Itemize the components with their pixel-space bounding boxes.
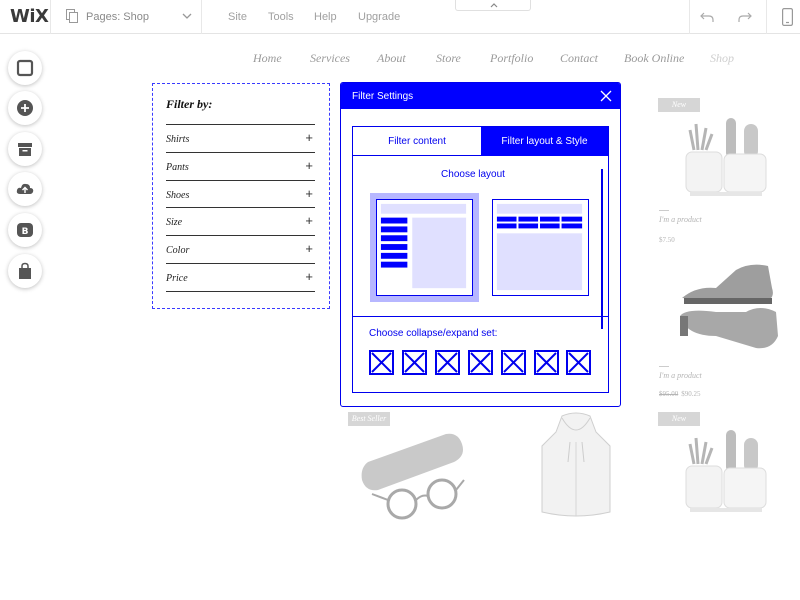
nav-portfolio[interactable]: Portfolio bbox=[490, 51, 533, 66]
pages-panel-button[interactable] bbox=[8, 51, 42, 85]
editor-top-bar: WiX Pages: Shop Site Tools Help Upgrade bbox=[0, 0, 800, 34]
collapse-set-option-5[interactable] bbox=[501, 350, 526, 375]
menu-upgrade[interactable]: Upgrade bbox=[358, 11, 400, 23]
filter-row-size[interactable]: Size + bbox=[166, 207, 315, 235]
collapse-set-option-7[interactable] bbox=[566, 350, 591, 375]
filter-row-label: Pants bbox=[166, 162, 189, 173]
scrollbar[interactable] bbox=[601, 169, 603, 329]
pages-dropdown[interactable]: Pages: Shop bbox=[62, 8, 200, 28]
filter-title: Filter by: bbox=[166, 97, 213, 111]
cactus-planter-image[interactable] bbox=[676, 420, 776, 520]
divider bbox=[201, 0, 202, 34]
add-icon bbox=[17, 100, 33, 116]
price-value: $7.50 bbox=[659, 236, 675, 244]
menu-tools[interactable]: Tools bbox=[268, 11, 294, 23]
nav-home[interactable]: Home bbox=[253, 51, 282, 66]
sidebar-layout-icon bbox=[380, 203, 467, 289]
hoodie-image[interactable] bbox=[538, 412, 614, 524]
filter-row-label: Shoes bbox=[166, 190, 190, 201]
filter-panel[interactable]: Filter by: Shirts + Pants + Shoes + Size… bbox=[152, 83, 330, 309]
expand-plus-icon[interactable]: + bbox=[305, 158, 313, 173]
pages-icon bbox=[66, 9, 78, 23]
filter-row-color[interactable]: Color + bbox=[166, 235, 315, 263]
glasses-case-image[interactable] bbox=[358, 420, 468, 524]
old-price-value: $95.00 bbox=[659, 390, 679, 398]
wix-logo: WiX bbox=[10, 6, 49, 27]
filter-row-pants[interactable]: Pants + bbox=[166, 152, 315, 180]
divider bbox=[166, 291, 315, 292]
nav-contact[interactable]: Contact bbox=[560, 51, 598, 66]
expand-plus-icon[interactable]: + bbox=[305, 186, 313, 201]
tab-filter-layout-style[interactable]: Filter layout & Style bbox=[481, 127, 608, 156]
choose-layout-label: Choose layout bbox=[441, 169, 505, 180]
nav-store[interactable]: Store bbox=[436, 51, 461, 66]
expand-plus-icon[interactable]: + bbox=[305, 269, 313, 284]
blog-icon: B bbox=[17, 223, 33, 237]
product-name[interactable]: I'm a product bbox=[659, 371, 702, 380]
dialog-title: Filter Settings bbox=[352, 91, 414, 102]
upload-media-button[interactable] bbox=[8, 172, 42, 206]
divider bbox=[353, 316, 608, 317]
filter-row-label: Size bbox=[166, 217, 183, 228]
dialog-header[interactable]: Filter Settings bbox=[341, 83, 620, 109]
app-market-icon bbox=[18, 143, 32, 156]
upload-icon bbox=[16, 183, 34, 194]
tab-filter-content[interactable]: Filter content bbox=[353, 127, 481, 156]
chevron-down-icon bbox=[182, 13, 192, 19]
svg-text:B: B bbox=[22, 227, 29, 237]
layout-option-sidebar[interactable] bbox=[370, 193, 479, 302]
filter-row-shoes[interactable]: Shoes + bbox=[166, 180, 315, 208]
boots-image[interactable] bbox=[676, 258, 788, 358]
divider bbox=[659, 210, 669, 211]
product-name[interactable]: I'm a product bbox=[659, 215, 702, 224]
collapse-set-option-2[interactable] bbox=[402, 350, 427, 375]
layout-preview bbox=[376, 199, 473, 296]
divider bbox=[50, 0, 51, 34]
expand-plus-icon[interactable]: + bbox=[305, 213, 313, 228]
product-price: $95.00 $90.25 bbox=[659, 390, 701, 398]
cactus-planter-image[interactable] bbox=[676, 110, 776, 205]
collapse-set-option-6[interactable] bbox=[534, 350, 559, 375]
product-price: $7.50 bbox=[659, 236, 675, 244]
layout-option-top-bar[interactable] bbox=[492, 199, 589, 296]
chevron-up-icon bbox=[490, 3, 498, 8]
filter-settings-dialog: Filter Settings Filter content Filter la… bbox=[340, 82, 621, 407]
nav-services[interactable]: Services bbox=[310, 51, 350, 66]
filter-row-label: Shirts bbox=[166, 134, 190, 145]
nav-book-online[interactable]: Book Online bbox=[624, 51, 684, 66]
store-bag-icon bbox=[19, 262, 31, 279]
divider bbox=[689, 0, 690, 34]
close-icon[interactable] bbox=[599, 89, 613, 103]
app-market-button[interactable] bbox=[8, 132, 42, 166]
filter-row-shirts[interactable]: Shirts + bbox=[166, 124, 315, 152]
pages-dropdown-label: Pages: Shop bbox=[86, 11, 149, 23]
store-button[interactable] bbox=[8, 254, 42, 288]
collapse-set-option-4[interactable] bbox=[468, 350, 493, 375]
filter-row-label: Price bbox=[166, 273, 188, 284]
redo-icon[interactable] bbox=[738, 10, 752, 24]
collapse-expand-label: Choose collapse/expand set: bbox=[369, 328, 498, 339]
filter-row-price[interactable]: Price + bbox=[166, 263, 315, 291]
pages-square-icon bbox=[16, 59, 34, 77]
nav-about[interactable]: About bbox=[377, 51, 406, 66]
menu-help[interactable]: Help bbox=[314, 11, 337, 23]
filter-row-label: Color bbox=[166, 245, 190, 256]
price-value: $90.25 bbox=[681, 390, 701, 398]
divider bbox=[766, 0, 767, 34]
collapse-set-option-3[interactable] bbox=[435, 350, 460, 375]
mobile-view-icon[interactable] bbox=[782, 8, 793, 26]
blog-button[interactable]: B bbox=[8, 213, 42, 247]
menu-site[interactable]: Site bbox=[228, 11, 247, 23]
nav-shop[interactable]: Shop bbox=[710, 51, 734, 66]
add-element-button[interactable] bbox=[8, 91, 42, 125]
top-bar-layout-icon bbox=[496, 203, 583, 291]
divider bbox=[659, 366, 669, 367]
dialog-content: Filter content Filter layout & Style Cho… bbox=[352, 126, 609, 393]
expand-plus-icon[interactable]: + bbox=[305, 130, 313, 145]
undo-icon[interactable] bbox=[700, 10, 714, 24]
collapse-set-option-1[interactable] bbox=[369, 350, 394, 375]
collapse-toolbar-handle[interactable] bbox=[455, 0, 531, 11]
expand-plus-icon[interactable]: + bbox=[305, 241, 313, 256]
